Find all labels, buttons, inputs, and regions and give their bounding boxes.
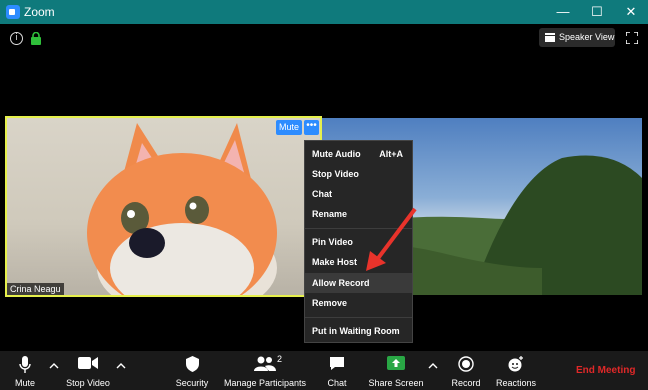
manage-participants-label: Manage Participants — [223, 378, 307, 388]
fox-plush-image — [87, 123, 277, 295]
annotation-arrow-icon — [366, 207, 417, 271]
zoom-logo-icon — [6, 5, 20, 19]
smiley-icon — [508, 356, 523, 372]
lock-icon[interactable] — [30, 32, 42, 45]
menu-item-waiting-room[interactable]: Put in Waiting Room — [305, 321, 412, 341]
maximize-button[interactable]: ☐ — [580, 0, 614, 24]
video-camera-icon — [78, 357, 98, 369]
info-icon[interactable]: i — [10, 32, 23, 45]
share-options-chevron-up-icon[interactable] — [428, 361, 438, 371]
chat-bubble-icon — [330, 357, 344, 370]
stop-video-button[interactable]: Stop Video — [63, 351, 113, 390]
menu-item-chat[interactable]: Chat — [305, 184, 412, 204]
video-options-chevron-up-icon[interactable] — [116, 361, 126, 371]
menu-item-mute-audio[interactable]: Mute Audio Alt+A — [305, 144, 412, 164]
menu-item-allow-record[interactable]: Allow Record — [305, 273, 412, 293]
more-options-button[interactable]: ••• — [304, 120, 319, 135]
minimize-button[interactable]: — — [546, 0, 580, 24]
participant-name-tag: Crina Neagu — [7, 283, 64, 295]
share-screen-icon — [387, 356, 405, 370]
microphone-icon — [19, 356, 31, 373]
speaker-view-label: Speaker View — [559, 32, 615, 42]
record-icon — [458, 356, 474, 372]
stop-video-label: Stop Video — [66, 378, 110, 388]
manage-participants-button[interactable]: 2 Manage Participants — [222, 351, 308, 390]
chat-label: Chat — [327, 378, 347, 388]
speaker-view-icon — [545, 33, 555, 42]
record-button[interactable]: Record — [447, 351, 485, 390]
mute-button[interactable]: Mute — [6, 351, 44, 390]
security-button[interactable]: Security — [172, 351, 212, 390]
shield-icon — [186, 356, 199, 372]
menu-item-stop-video[interactable]: Stop Video — [305, 164, 412, 184]
close-button[interactable]: ✕ — [614, 0, 648, 24]
participant-video-active[interactable] — [5, 116, 322, 297]
end-meeting-button[interactable]: End Meeting — [576, 365, 635, 376]
fullscreen-icon[interactable] — [626, 32, 638, 44]
title-bar: Zoom — ☐ ✕ — [0, 0, 648, 24]
mute-label: Mute — [14, 378, 35, 388]
speaker-view-button[interactable]: Speaker View — [539, 28, 615, 47]
reactions-label: Reactions — [495, 378, 537, 388]
meeting-toolbar: Mute Stop Video Security 2 Manage Partic… — [0, 351, 648, 390]
menu-item-label: Mute Audio — [312, 149, 361, 159]
record-label: Record — [451, 378, 481, 388]
reactions-button[interactable]: Reactions — [494, 351, 538, 390]
audio-options-chevron-up-icon[interactable] — [49, 361, 59, 371]
share-screen-button[interactable]: Share Screen — [368, 351, 424, 390]
menu-separator — [305, 317, 412, 318]
window-title: Zoom — [24, 5, 55, 19]
menu-item-remove[interactable]: Remove — [305, 293, 412, 313]
shortcut-label: Alt+A — [379, 149, 403, 159]
share-screen-label: Share Screen — [368, 378, 424, 388]
participant-count-badge: 2 — [277, 354, 283, 364]
chat-button[interactable]: Chat — [318, 351, 356, 390]
participant-mute-button[interactable]: Mute — [276, 120, 302, 135]
security-label: Security — [175, 378, 209, 388]
participants-icon — [254, 356, 276, 371]
